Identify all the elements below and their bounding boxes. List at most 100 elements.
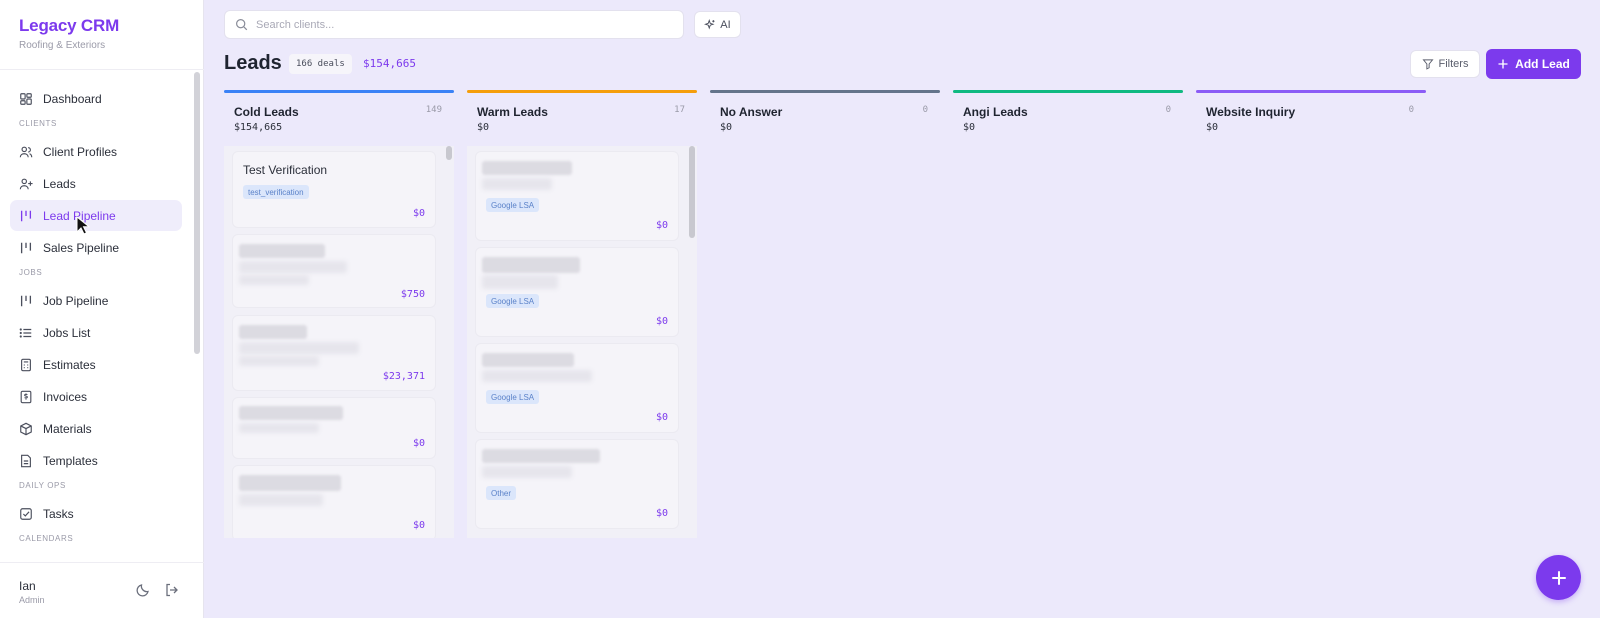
sparkle-icon bbox=[704, 18, 715, 29]
column-total: $0 bbox=[963, 122, 976, 133]
column-count: 17 bbox=[674, 105, 685, 115]
lead-source-tag: Google LSA bbox=[486, 294, 540, 308]
column-total: $0 bbox=[720, 122, 733, 133]
sidebar-item-label: Templates bbox=[43, 453, 98, 468]
lead-card-value: $0 bbox=[655, 220, 668, 231]
lead-card[interactable]: $0 bbox=[232, 465, 436, 538]
section-label-jobs: JOBS bbox=[19, 268, 43, 277]
search-bar[interactable] bbox=[224, 10, 684, 39]
redacted-name bbox=[239, 244, 325, 258]
lead-card-value: $0 bbox=[655, 316, 668, 327]
sidebar-item-client-profiles[interactable]: Client Profiles bbox=[10, 136, 182, 167]
sidebar-item-label: Materials bbox=[43, 421, 92, 436]
lead-card-value: $0 bbox=[655, 508, 668, 519]
ai-button[interactable]: AI bbox=[694, 11, 741, 38]
add-lead-button[interactable]: Add Lead bbox=[1486, 49, 1581, 79]
sidebar-item-leads[interactable]: Leads bbox=[10, 168, 182, 199]
mouse-cursor-icon bbox=[76, 216, 90, 235]
lead-card-value: $750 bbox=[400, 289, 425, 300]
sidebar-item-job-pipeline[interactable]: Job Pipeline bbox=[10, 285, 182, 316]
kanban-icon bbox=[20, 295, 32, 306]
add-lead-label: Add Lead bbox=[1515, 57, 1570, 71]
search-input[interactable] bbox=[256, 18, 656, 31]
lead-card[interactable]: Test Verification test_verification $0 bbox=[232, 151, 436, 228]
redacted-name bbox=[239, 475, 341, 491]
lead-card-value: $0 bbox=[412, 438, 425, 449]
file-icon bbox=[21, 454, 31, 467]
quick-add-button[interactable] bbox=[1536, 555, 1581, 600]
calculator-icon bbox=[21, 358, 31, 371]
redacted-detail bbox=[239, 494, 323, 506]
column-total: $154,665 bbox=[234, 122, 283, 133]
sidebar: Legacy CRM Roofing & Exteriors Dashboard… bbox=[0, 0, 204, 618]
user-plus-icon bbox=[19, 178, 33, 189]
column-color-bar bbox=[953, 90, 1183, 93]
dashboard-icon bbox=[20, 92, 32, 105]
redacted-detail bbox=[482, 466, 572, 478]
user-name: Ian bbox=[19, 579, 36, 593]
column-header-angi-leads: Angi Leads 0 $0 bbox=[953, 90, 1183, 142]
sidebar-item-label: Dashboard bbox=[43, 91, 102, 106]
list-icon bbox=[19, 327, 32, 338]
lead-source-tag: test_verification bbox=[243, 185, 309, 199]
column-name: Warm Leads bbox=[477, 105, 548, 119]
lead-card[interactable]: $0 bbox=[232, 397, 436, 459]
lead-card-value: $0 bbox=[412, 520, 425, 531]
moon-icon[interactable] bbox=[135, 582, 151, 598]
sidebar-item-label: Leads bbox=[43, 176, 76, 191]
sidebar-item-invoices[interactable]: Invoices bbox=[10, 381, 182, 412]
section-label-calendars: CALENDARS bbox=[19, 534, 74, 543]
brand-subtitle: Roofing & Exteriors bbox=[19, 40, 106, 51]
user-panel: Ian Admin bbox=[0, 562, 204, 618]
lead-card[interactable]: Google LSA $0 bbox=[475, 151, 679, 241]
sidebar-item-jobs-list[interactable]: Jobs List bbox=[10, 317, 182, 348]
redacted-name bbox=[239, 406, 343, 420]
column-count: 0 bbox=[1408, 105, 1414, 115]
redacted-detail bbox=[239, 275, 309, 285]
checkbox-icon bbox=[20, 507, 32, 520]
column-name: Website Inquiry bbox=[1206, 105, 1296, 119]
brand-title: Legacy CRM bbox=[19, 16, 120, 35]
lead-card[interactable]: $750 bbox=[232, 234, 436, 308]
lead-card[interactable]: Google LSA $0 bbox=[475, 247, 679, 337]
sidebar-item-materials[interactable]: Materials bbox=[10, 413, 182, 444]
column-color-bar bbox=[467, 90, 697, 93]
sidebar-item-label: Estimates bbox=[43, 357, 96, 372]
column-count: 0 bbox=[922, 105, 928, 115]
column-total: $0 bbox=[477, 122, 490, 133]
brand[interactable]: Legacy CRM Roofing & Exteriors bbox=[19, 16, 119, 51]
column-count: 0 bbox=[1165, 105, 1171, 115]
sidebar-nav: Dashboard CLIENTS Client Profiles Leads … bbox=[0, 70, 192, 562]
sidebar-item-templates[interactable]: Templates bbox=[10, 445, 182, 476]
redacted-name bbox=[482, 257, 580, 273]
filters-button[interactable]: Filters bbox=[1410, 50, 1480, 78]
deals-count-badge: 166 deals bbox=[289, 54, 352, 74]
column-color-bar bbox=[1196, 90, 1426, 93]
column-color-bar bbox=[710, 90, 940, 93]
sidebar-item-dashboard[interactable]: Dashboard bbox=[10, 83, 182, 114]
column-scrollbar[interactable] bbox=[446, 146, 452, 160]
pipeline-total: $154,665 bbox=[363, 57, 416, 70]
redacted-detail bbox=[239, 342, 359, 354]
lead-card-title: Test Verification bbox=[243, 163, 328, 177]
column-header-website-inquiry: Website Inquiry 0 $0 bbox=[1196, 90, 1426, 142]
sidebar-item-label: Job Pipeline bbox=[43, 293, 109, 308]
redacted-name bbox=[482, 161, 572, 175]
sidebar-item-tasks[interactable]: Tasks bbox=[10, 498, 182, 529]
sidebar-item-lead-pipeline[interactable]: Lead Pipeline bbox=[10, 200, 182, 231]
column-scrollbar[interactable] bbox=[689, 146, 695, 238]
column-name: Angi Leads bbox=[963, 105, 1028, 119]
redacted-name bbox=[482, 449, 600, 463]
plus-icon bbox=[1551, 570, 1566, 585]
lead-card[interactable]: $23,371 bbox=[232, 315, 436, 391]
column-name: Cold Leads bbox=[234, 105, 299, 119]
lead-card[interactable]: Other $0 bbox=[475, 439, 679, 529]
filter-icon bbox=[1421, 59, 1434, 70]
lead-card[interactable]: Google LSA $0 bbox=[475, 343, 679, 433]
ai-label: AI bbox=[720, 18, 731, 31]
sidebar-item-estimates[interactable]: Estimates bbox=[10, 349, 182, 380]
lead-source-tag: Other bbox=[486, 486, 517, 500]
sidebar-scrollbar[interactable] bbox=[194, 72, 200, 354]
sidebar-item-sales-pipeline[interactable]: Sales Pipeline bbox=[10, 232, 182, 263]
logout-icon[interactable] bbox=[164, 582, 180, 598]
